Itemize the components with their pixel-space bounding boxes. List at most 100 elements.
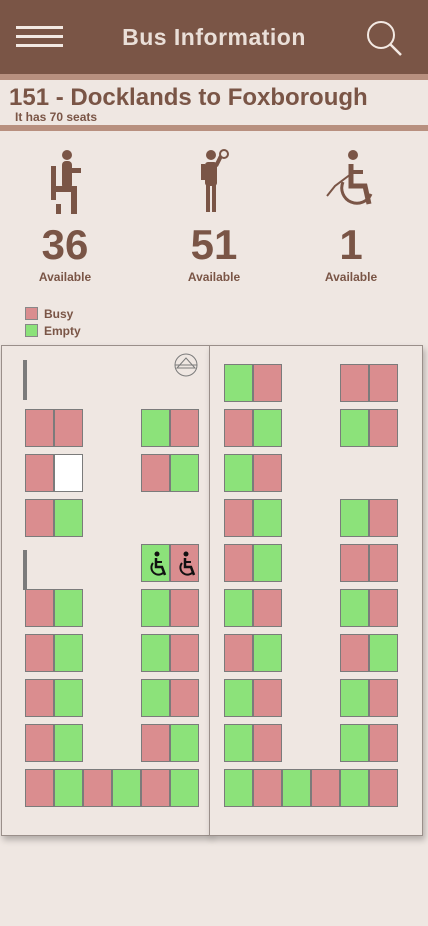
seat[interactable] <box>340 499 369 537</box>
seat[interactable] <box>282 769 311 807</box>
seat[interactable] <box>83 769 112 807</box>
seat[interactable] <box>369 409 398 447</box>
legend-swatch-busy <box>25 307 38 320</box>
seat[interactable] <box>224 679 253 717</box>
wheelchair-seat[interactable] <box>141 544 170 582</box>
door-marker <box>23 550 27 590</box>
seat[interactable] <box>224 454 253 492</box>
seat[interactable] <box>141 679 170 717</box>
seat[interactable] <box>340 679 369 717</box>
seated-passenger-icon <box>51 150 81 214</box>
app-header: Bus Information <box>0 0 428 74</box>
seat[interactable] <box>224 634 253 672</box>
seated-count: 36 <box>41 221 89 268</box>
seat[interactable] <box>253 409 282 447</box>
route-divider <box>0 125 428 131</box>
legend-busy: Busy <box>25 307 73 321</box>
seat[interactable] <box>54 589 83 627</box>
seat[interactable] <box>25 454 54 492</box>
seat[interactable] <box>253 454 282 492</box>
seated-label: Available <box>38 270 92 284</box>
driver-steering-icon <box>174 353 198 377</box>
seat[interactable] <box>340 364 369 402</box>
seat[interactable] <box>25 769 54 807</box>
seat[interactable] <box>253 679 282 717</box>
seat[interactable] <box>54 499 83 537</box>
seat[interactable] <box>224 589 253 627</box>
seat[interactable] <box>253 724 282 762</box>
seat[interactable] <box>369 634 398 672</box>
header-accent-bar <box>0 74 428 80</box>
seat[interactable] <box>170 679 199 717</box>
seat[interactable] <box>253 769 282 807</box>
wheelchair-icon <box>150 551 167 576</box>
legend-swatch-empty <box>25 324 38 337</box>
seat[interactable] <box>54 679 83 717</box>
seat[interactable] <box>141 454 170 492</box>
seat[interactable] <box>141 724 170 762</box>
seat[interactable] <box>253 634 282 672</box>
seat[interactable] <box>340 769 369 807</box>
seat[interactable] <box>224 499 253 537</box>
stat-standing: 51 Available <box>164 148 264 284</box>
seat[interactable] <box>25 634 54 672</box>
seat[interactable] <box>170 724 199 762</box>
bus-rear-section <box>209 345 423 836</box>
seat[interactable] <box>369 679 398 717</box>
standing-passenger-icon <box>201 149 229 212</box>
seat[interactable] <box>141 634 170 672</box>
seat[interactable] <box>170 589 199 627</box>
legend-empty: Empty <box>25 324 81 338</box>
legend-label-busy: Busy <box>44 307 74 321</box>
seat[interactable] <box>25 589 54 627</box>
seat[interactable] <box>253 499 282 537</box>
wheelchair-icon <box>326 150 373 205</box>
seat[interactable] <box>224 364 253 402</box>
seat[interactable] <box>253 544 282 582</box>
search-icon[interactable] <box>364 18 404 58</box>
seat[interactable] <box>340 724 369 762</box>
seat[interactable] <box>112 769 141 807</box>
seat[interactable] <box>141 409 170 447</box>
seat[interactable] <box>25 724 54 762</box>
seat[interactable] <box>170 769 199 807</box>
seat[interactable] <box>170 409 199 447</box>
wheelchair-seat[interactable] <box>170 544 199 582</box>
bus-front-section <box>1 345 211 836</box>
seat[interactable] <box>25 409 54 447</box>
seat[interactable] <box>253 589 282 627</box>
seat[interactable] <box>369 724 398 762</box>
seat[interactable] <box>369 544 398 582</box>
seat[interactable] <box>54 724 83 762</box>
seat[interactable] <box>141 589 170 627</box>
seat[interactable] <box>253 364 282 402</box>
seat[interactable] <box>311 769 340 807</box>
wheelchair-icon <box>179 551 196 576</box>
seat[interactable] <box>224 544 253 582</box>
seat[interactable] <box>369 589 398 627</box>
seat[interactable] <box>369 499 398 537</box>
seat[interactable] <box>170 634 199 672</box>
door-marker <box>23 360 27 400</box>
seat[interactable] <box>25 679 54 717</box>
stat-wheelchair: 1 Available <box>301 148 401 284</box>
seat[interactable] <box>54 409 83 447</box>
seat[interactable] <box>54 634 83 672</box>
seat[interactable] <box>369 769 398 807</box>
seat[interactable] <box>340 409 369 447</box>
seat[interactable] <box>340 634 369 672</box>
seat[interactable] <box>141 769 170 807</box>
seat[interactable] <box>224 724 253 762</box>
seat[interactable] <box>340 544 369 582</box>
seat[interactable] <box>224 769 253 807</box>
legend-label-empty: Empty <box>44 324 81 338</box>
wheelchair-count: 1 <box>339 221 363 268</box>
standing-count: 51 <box>190 221 238 268</box>
seat[interactable] <box>25 499 54 537</box>
seat[interactable] <box>54 769 83 807</box>
seat[interactable] <box>224 409 253 447</box>
seat[interactable] <box>340 589 369 627</box>
seat[interactable] <box>54 454 83 492</box>
seat[interactable] <box>369 364 398 402</box>
seat[interactable] <box>170 454 199 492</box>
